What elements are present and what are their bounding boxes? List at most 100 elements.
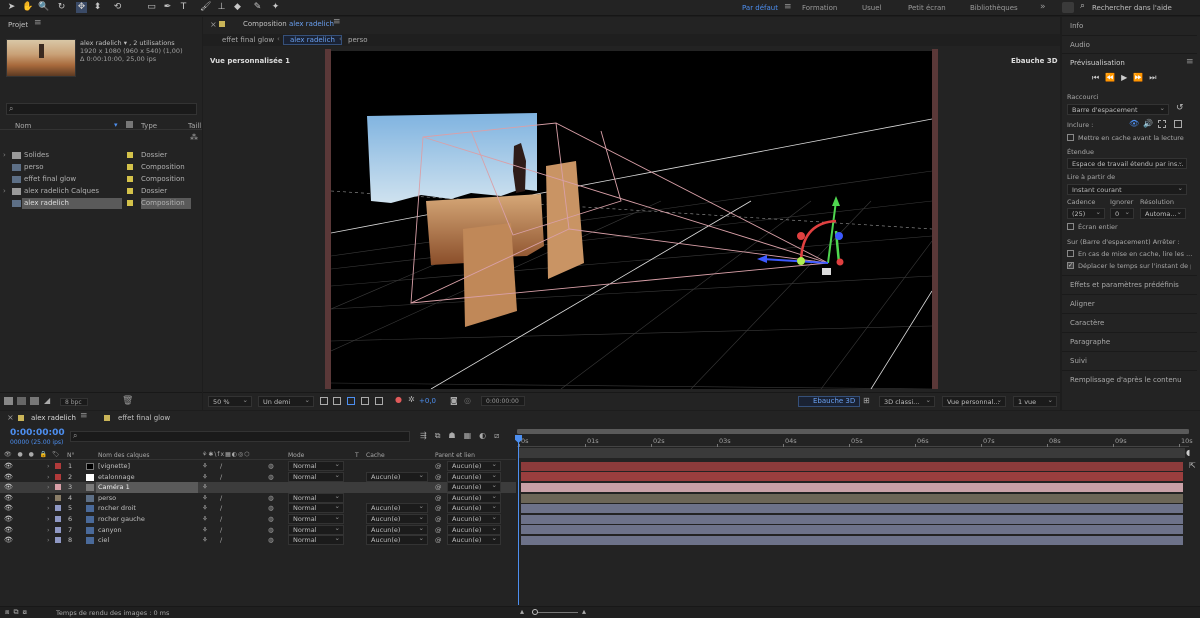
current-timecode[interactable]: 0:00:00:00 — [10, 428, 65, 438]
table-row[interactable]: 👁 › 3 Caméra 1 ⚘ @ Aucun(e) — [0, 482, 516, 493]
comp-panel-label[interactable]: Composition — [243, 17, 287, 31]
puppet-icon[interactable]: ✦ — [270, 2, 281, 13]
workspace-1[interactable]: Formation — [802, 4, 837, 12]
table-row[interactable]: 👁 › 6 rocher gauche ⚘ / ◍ Normal Aucun(e… — [0, 514, 516, 525]
breadcrumb-item[interactable]: effet final glow — [222, 36, 274, 44]
col-t[interactable]: T — [355, 452, 359, 459]
quality-switch-icon[interactable]: / — [220, 472, 222, 483]
video-include-icon[interactable]: 👁 — [1129, 119, 1139, 128]
shy-icon[interactable]: ☗ — [448, 431, 463, 440]
expand-icon[interactable]: › — [47, 493, 50, 504]
workspace-2[interactable]: Usuel — [862, 4, 881, 12]
sort-icon[interactable]: ▾ — [114, 121, 118, 129]
label-color[interactable] — [127, 188, 133, 194]
right-panel-4[interactable]: Suivi — [1062, 351, 1197, 369]
parent-dropdown[interactable]: Aucun(e) — [447, 503, 501, 514]
layer-duration-bar[interactable] — [521, 483, 1183, 492]
exposure-value[interactable]: +0,0 — [419, 397, 436, 405]
3d-layer-icon[interactable]: ◍ — [268, 525, 274, 536]
layer-name[interactable]: canyon — [96, 525, 198, 536]
layer-duration-bar[interactable] — [521, 525, 1183, 535]
pickwhip-icon[interactable]: @ — [435, 482, 442, 493]
layer-duration-bar[interactable] — [521, 472, 1183, 482]
pen-icon[interactable]: ✒ — [162, 2, 173, 13]
layer-name[interactable]: etalonnage — [96, 472, 198, 483]
resolution-dropdown[interactable]: Un demi — [258, 396, 314, 407]
chevron-right-icon[interactable]: › — [3, 186, 6, 197]
audio-panel[interactable]: Audio — [1062, 35, 1197, 53]
grid-icon[interactable] — [375, 397, 383, 405]
snapshot-icon[interactable]: ◙ — [450, 396, 458, 405]
mask-visibility-icon[interactable] — [347, 397, 355, 405]
audio-include-icon[interactable]: 🔊 — [1143, 119, 1153, 128]
parent-dropdown[interactable]: Aucun(e) — [447, 492, 501, 503]
preview-resolution-dropdown[interactable]: Automa... — [1140, 208, 1186, 219]
ground-plane-icon[interactable]: ⊞ — [863, 396, 870, 405]
zoom-out-icon[interactable]: ▴ — [520, 607, 524, 616]
shy-switch-icon[interactable]: ⚘ — [202, 535, 208, 546]
next-frame-icon[interactable]: ⏩ — [1133, 73, 1149, 82]
layer-label-color[interactable] — [55, 473, 61, 480]
quality-switch-icon[interactable]: / — [220, 514, 222, 525]
range-dropdown[interactable]: Espace de travail étendu par ins... — [1067, 158, 1187, 169]
blend-mode-dropdown[interactable]: Normal — [288, 471, 344, 482]
draft-3d-button[interactable]: Ebauche 3D — [798, 396, 861, 407]
track-matte-dropdown[interactable]: Aucun(e) — [366, 503, 428, 514]
pickwhip-icon[interactable]: @ — [435, 535, 442, 546]
quality-switch-icon[interactable]: / — [220, 461, 222, 472]
layer-search-input[interactable]: ⌕ — [70, 431, 410, 442]
expand-icon[interactable]: › — [47, 525, 50, 536]
layer-duration-bar[interactable] — [521, 504, 1183, 514]
3d-layer-icon[interactable]: ◍ — [268, 503, 274, 514]
new-comp-icon[interactable] — [30, 397, 39, 405]
layer-name[interactable]: rocher droit — [96, 503, 198, 514]
fullscreen-checkbox[interactable] — [1067, 223, 1074, 230]
menu-icon[interactable]: ≡ — [784, 2, 792, 12]
layer-name[interactable]: rocher gauche — [96, 514, 198, 525]
layer-label-color[interactable] — [55, 526, 61, 533]
last-frame-icon[interactable]: ⏭ — [1149, 73, 1162, 82]
project-item[interactable]: perso Composition — [0, 162, 202, 173]
text-icon[interactable]: T — [178, 2, 189, 13]
workspace-3[interactable]: Petit écran — [908, 4, 946, 12]
graph-editor-icon[interactable]: ⧄ — [494, 431, 507, 440]
shy-switch-icon[interactable]: ⚘ — [202, 525, 208, 536]
skip-dropdown[interactable]: 0 — [1110, 208, 1134, 219]
3d-layer-icon[interactable]: ◍ — [268, 535, 274, 546]
zoom-in-icon[interactable]: ▴ — [582, 607, 586, 616]
shy-switch-icon[interactable]: ⚘ — [202, 472, 208, 483]
visibility-icon[interactable]: 👁 — [4, 514, 13, 525]
layer-label-color[interactable] — [55, 463, 61, 469]
composition-viewer[interactable] — [331, 51, 932, 389]
project-item[interactable]: › Solides Dossier — [0, 150, 202, 161]
menu-icon[interactable]: ≡ — [80, 411, 88, 421]
view-dropdown[interactable]: Vue personnal... — [942, 396, 1006, 407]
quality-switch-icon[interactable]: / — [220, 525, 222, 536]
timecode-field[interactable]: 0:00:00:00 — [481, 396, 525, 406]
layer-duration-bar[interactable] — [521, 514, 1183, 524]
stamp-icon[interactable]: ⊥ — [216, 2, 227, 13]
shy-switch-icon[interactable]: ⚘ — [202, 493, 208, 504]
zoom-icon[interactable]: 🔍 — [38, 2, 49, 13]
visibility-icon[interactable]: 👁 — [4, 525, 13, 536]
right-panel-3[interactable]: Paragraphe — [1062, 332, 1197, 350]
pickwhip-icon[interactable]: @ — [435, 514, 442, 525]
eraser-icon[interactable]: ◆ — [232, 2, 243, 13]
visibility-icon[interactable]: 👁 — [4, 472, 13, 483]
more-workspaces-icon[interactable]: » — [1040, 2, 1046, 12]
layer-label-color[interactable] — [55, 505, 61, 512]
label-color[interactable] — [127, 152, 133, 158]
zoom-slider[interactable] — [532, 612, 578, 613]
motion-blur-icon[interactable]: ◐ — [479, 431, 494, 440]
guides-icon[interactable] — [361, 397, 369, 405]
visibility-icon[interactable]: 👁 — [4, 493, 13, 504]
3d-layer-icon[interactable]: ◍ — [268, 461, 274, 472]
work-area-bar[interactable] — [519, 448, 1185, 458]
track-matte-dropdown[interactable]: Aucun(e) — [366, 524, 428, 535]
visibility-icon[interactable]: 👁 — [4, 461, 13, 472]
chevron-right-icon[interactable]: › — [3, 150, 6, 161]
shy-switch-icon[interactable]: ⚘ — [202, 503, 208, 514]
info-panel[interactable]: Info — [1062, 17, 1197, 35]
table-row[interactable]: 👁 › 7 canyon ⚘ / ◍ Normal Aucun(e) @ Auc… — [0, 524, 516, 536]
col-mode[interactable]: Mode — [288, 452, 304, 459]
